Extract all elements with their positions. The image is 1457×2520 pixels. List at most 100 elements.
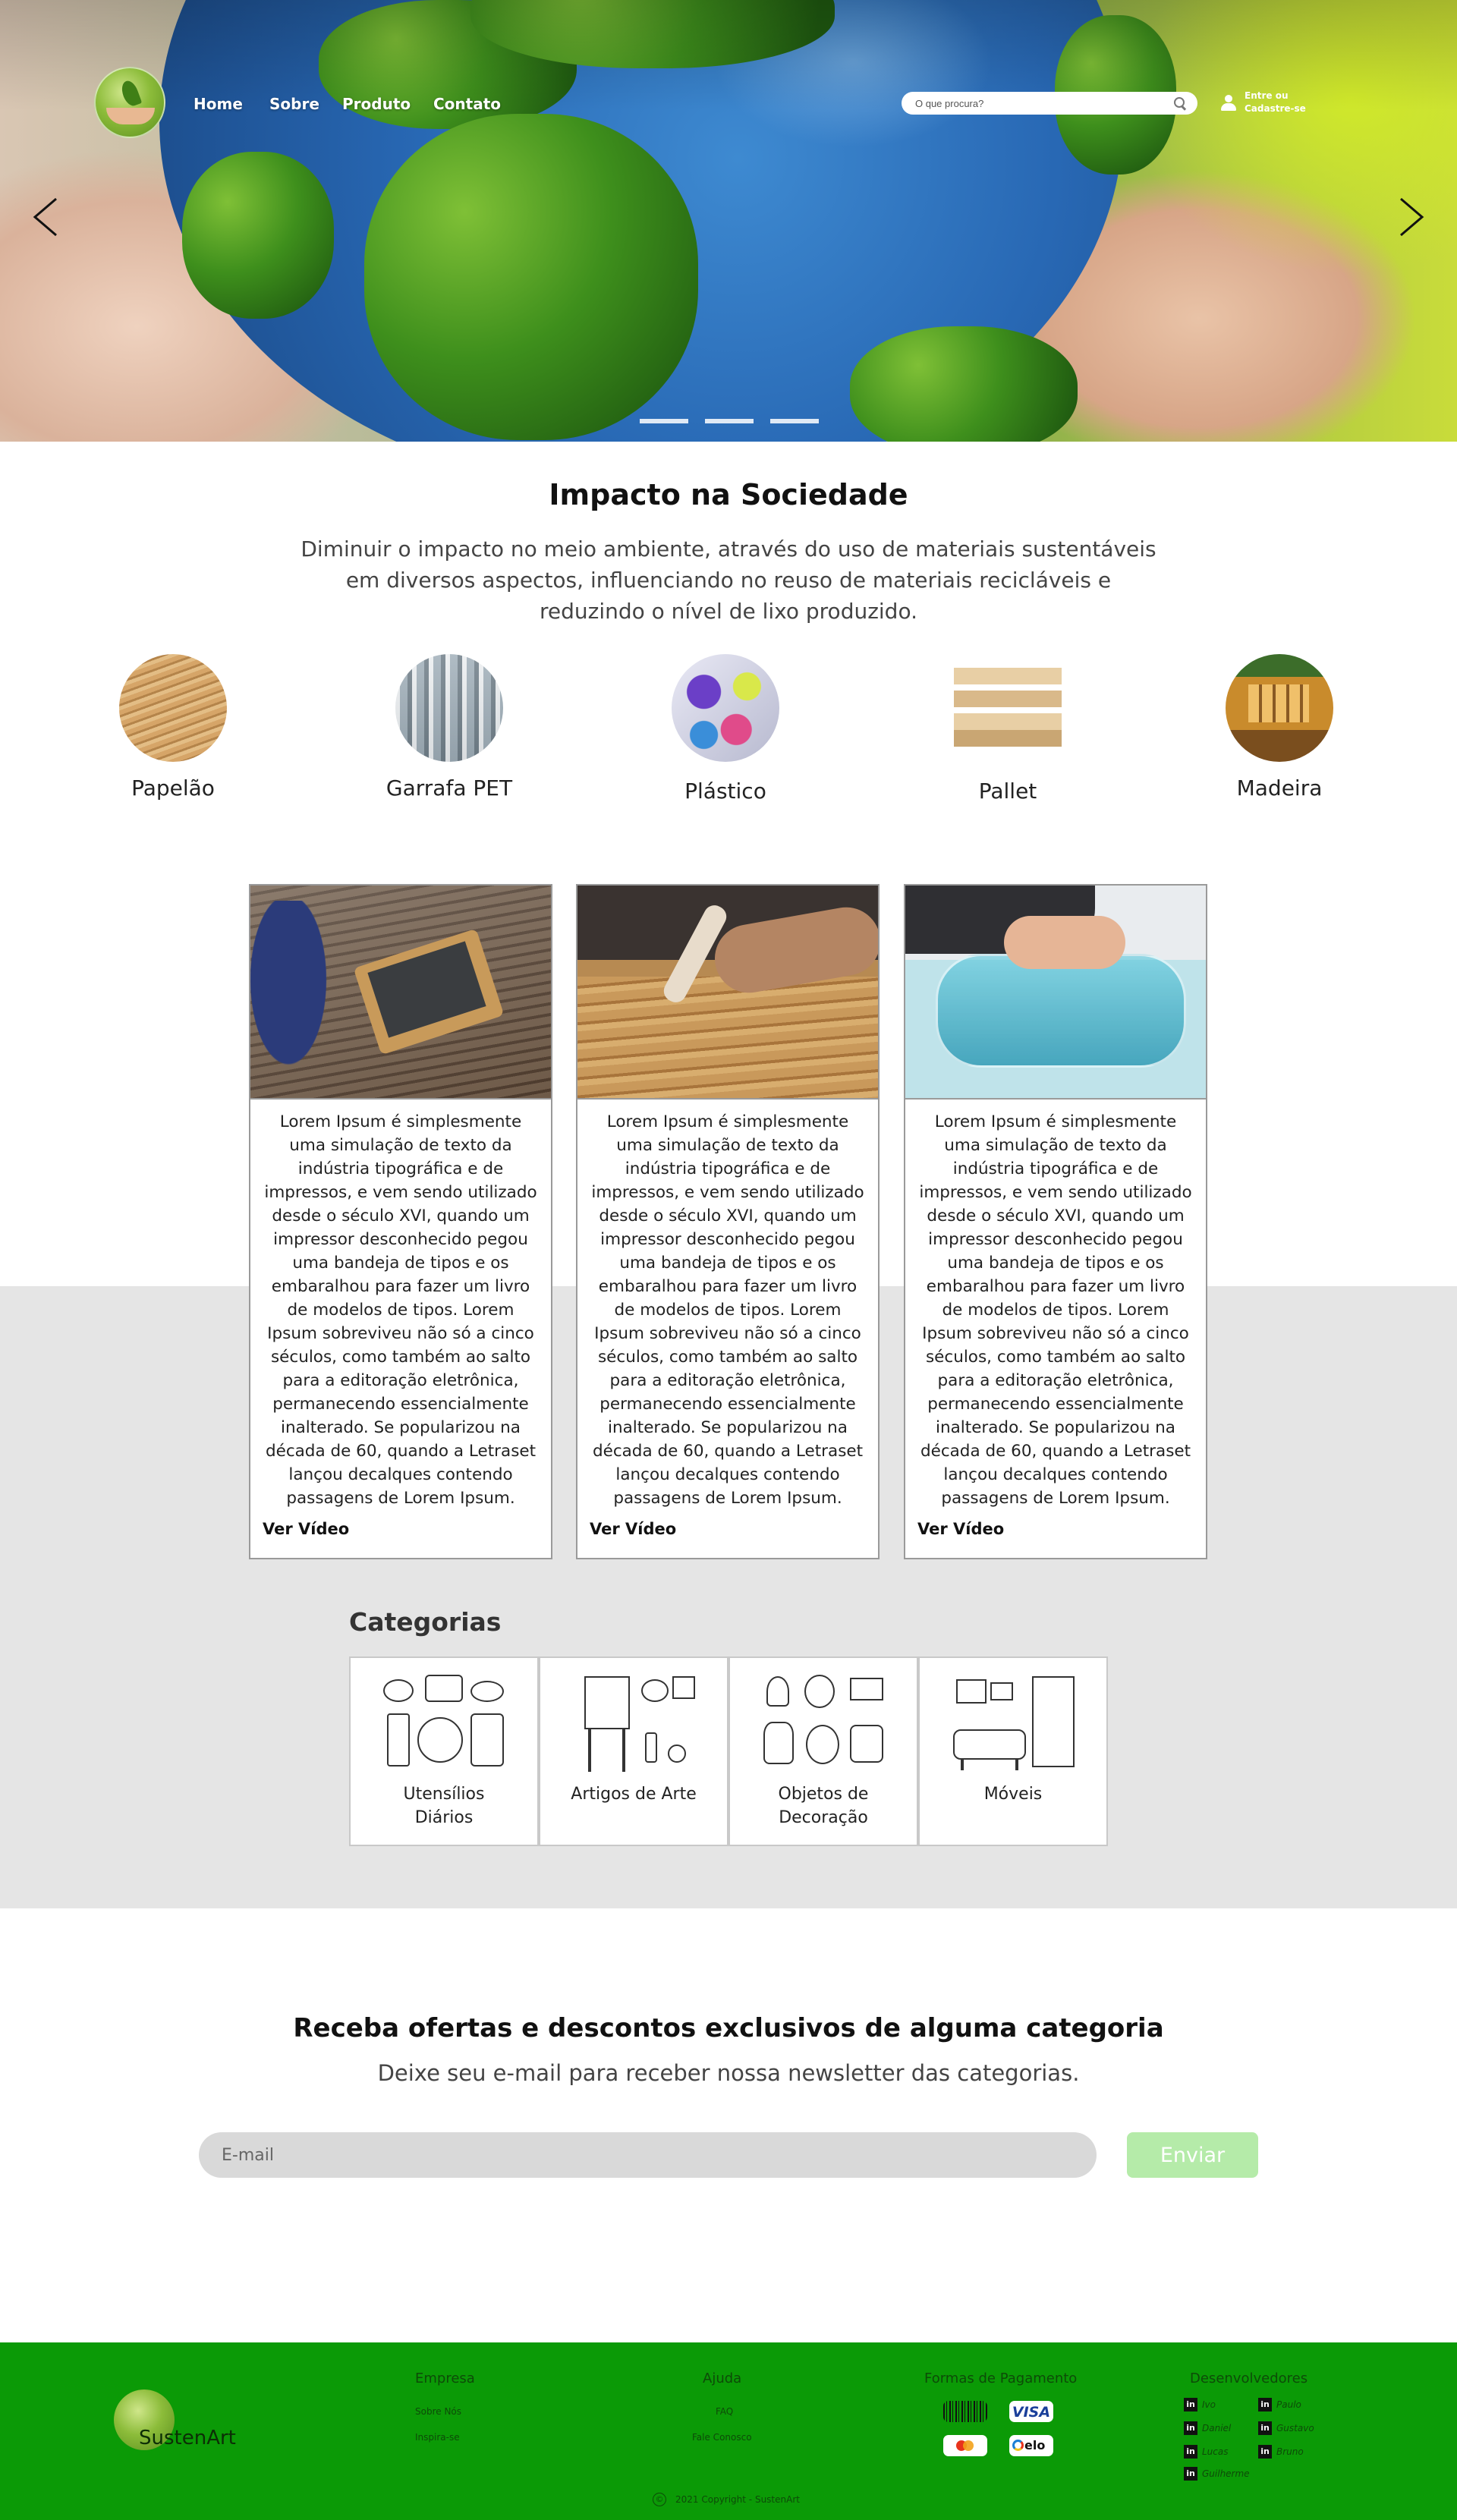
elo-ring-icon [1012, 2440, 1024, 2451]
furniture-sketch-icon [949, 1672, 1078, 1778]
footer-empresa-title: Empresa [415, 2371, 475, 2386]
carousel-dot[interactable] [705, 419, 754, 423]
sketch-item [383, 1679, 414, 1702]
dev-name[interactable]: Guilherme [1202, 2468, 1250, 2479]
ver-video-link[interactable]: Ver Vídeo [917, 1520, 1004, 1538]
category-artigos-arte[interactable]: Artigos de Arte [539, 1656, 728, 1846]
sketch-item [470, 1713, 504, 1767]
material-label: Garrafa PET [385, 776, 513, 801]
material-plastico[interactable]: Plástico [634, 654, 817, 804]
nav-produto[interactable]: Produto [342, 93, 411, 115]
category-moveis[interactable]: Móveis [918, 1656, 1108, 1846]
sketch-item [1015, 1760, 1018, 1770]
category-label: Utensílios Diários [403, 1785, 485, 1827]
categories-title: Categorias [349, 1607, 502, 1637]
search-input[interactable] [915, 97, 1173, 109]
category-utensilios[interactable]: Utensílios Diários [349, 1656, 539, 1846]
sketch-item [961, 1760, 964, 1770]
material-label: Papelão [131, 776, 215, 801]
linkedin-icon: in [1258, 2421, 1272, 2435]
dev-name[interactable]: Bruno [1276, 2446, 1304, 2457]
category-label: Objetos de Decoração [778, 1785, 869, 1827]
sketch-item [806, 1725, 839, 1764]
dev-link[interactable]: in Bruno [1258, 2445, 1304, 2459]
card-text: Lorem Ipsum é simplesmente uma simulação… [919, 1112, 1192, 1508]
photo-hand [1004, 916, 1125, 969]
carousel-next-arrow[interactable] [1396, 196, 1427, 238]
dev-name[interactable]: Paulo [1276, 2399, 1301, 2410]
copyright: © 2021 Copyright - SustenArt [653, 2493, 800, 2506]
carousel-indicators [640, 419, 819, 423]
carousel-dot[interactable] [640, 419, 688, 423]
card-text: Lorem Ipsum é simplesmente uma simulação… [591, 1112, 864, 1508]
chevron-right-icon [1400, 197, 1424, 237]
email-field[interactable] [199, 2132, 1097, 2178]
footer-link-faq[interactable]: FAQ [716, 2406, 733, 2417]
site-logo[interactable] [94, 67, 165, 138]
nav-contato[interactable]: Contato [433, 93, 501, 115]
send-button[interactable]: Enviar [1127, 2132, 1258, 2178]
sketch-item [622, 1729, 625, 1772]
linkedin-icon: in [1258, 2445, 1272, 2459]
sketch-item [470, 1681, 504, 1702]
material-pallet[interactable]: Pallet [917, 654, 1099, 804]
sketch-item [425, 1675, 463, 1702]
sketch-item [584, 1676, 630, 1729]
card-photo-child-laptop [250, 886, 551, 1100]
linkedin-icon: in [1184, 2398, 1197, 2411]
dev-link[interactable]: in Daniel [1184, 2421, 1231, 2435]
search-icon[interactable] [1173, 96, 1187, 110]
sketch-item [850, 1678, 883, 1700]
dev-link[interactable]: in Paulo [1258, 2398, 1301, 2411]
material-papelao[interactable]: Papelão [82, 654, 264, 801]
madeira-image [1226, 654, 1333, 762]
footer-link-sobre-nos[interactable]: Sobre Nós [415, 2406, 461, 2417]
dev-name[interactable]: Daniel [1202, 2423, 1231, 2433]
category-label: Móveis [983, 1785, 1043, 1804]
sketch-item [804, 1675, 835, 1708]
material-garrafa-pet[interactable]: Garrafa PET [358, 654, 540, 801]
impact-title: Impacto na Sociedade [549, 478, 908, 511]
nav-contato-link[interactable]: Contato [433, 95, 501, 113]
sketch-item [672, 1676, 695, 1699]
visa-card-icon: VISA [1009, 2401, 1053, 2422]
nav-sobre[interactable]: Sobre [269, 93, 319, 115]
ver-video-link[interactable]: Ver Vídeo [263, 1520, 349, 1538]
account-link[interactable]: Entre ou Cadastre-se [1220, 90, 1328, 115]
material-madeira[interactable]: Madeira [1188, 654, 1370, 801]
linkedin-icon: in [1184, 2467, 1197, 2481]
dev-link[interactable]: in Guilherme [1184, 2467, 1250, 2481]
footer-link-fale-conosco[interactable]: Fale Conosco [692, 2432, 752, 2443]
photo-child [250, 901, 341, 1098]
ver-video-link[interactable]: Ver Vídeo [590, 1520, 676, 1538]
papelao-image [119, 654, 227, 762]
footer-link-inspira-se[interactable]: Inspira-se [415, 2432, 460, 2443]
nav-produto-link[interactable]: Produto [342, 95, 411, 113]
footer-brand: SustenArt [139, 2427, 236, 2449]
carousel-prev-arrow[interactable] [30, 196, 61, 238]
dev-name[interactable]: Gustavo [1276, 2423, 1314, 2433]
account-label[interactable]: Entre ou Cadastre-se [1245, 90, 1328, 115]
dev-name[interactable]: Lucas [1202, 2446, 1229, 2457]
dev-link[interactable]: in Gustavo [1258, 2421, 1314, 2435]
barcode-icon [943, 2401, 987, 2422]
category-objetos-decoracao[interactable]: Objetos de Decoração [728, 1656, 918, 1846]
dev-link[interactable]: in Lucas [1184, 2445, 1229, 2459]
newsletter-title: Receba ofertas e descontos exclusivos de… [293, 2013, 1164, 2043]
nav-sobre-link[interactable]: Sobre [269, 95, 319, 113]
info-card: Lorem Ipsum é simplesmente uma simulação… [249, 884, 552, 1559]
search-bar[interactable] [902, 92, 1197, 115]
nav-home[interactable]: Home [194, 93, 243, 115]
dev-name[interactable]: Ivo [1202, 2399, 1216, 2410]
material-label: Pallet [978, 779, 1037, 804]
sketch-item [641, 1679, 669, 1702]
card-photo-bottle-craft [905, 886, 1206, 1100]
carousel-dot[interactable] [770, 419, 819, 423]
nav-home-link[interactable]: Home [194, 95, 243, 113]
dev-link[interactable]: in Ivo [1184, 2398, 1216, 2411]
visa-label: VISA [1012, 2404, 1051, 2421]
sketch-item [668, 1744, 686, 1763]
category-label: Artigos de Arte [571, 1785, 697, 1804]
logo-hand [106, 108, 155, 124]
info-card: Lorem Ipsum é simplesmente uma simulação… [576, 884, 880, 1559]
